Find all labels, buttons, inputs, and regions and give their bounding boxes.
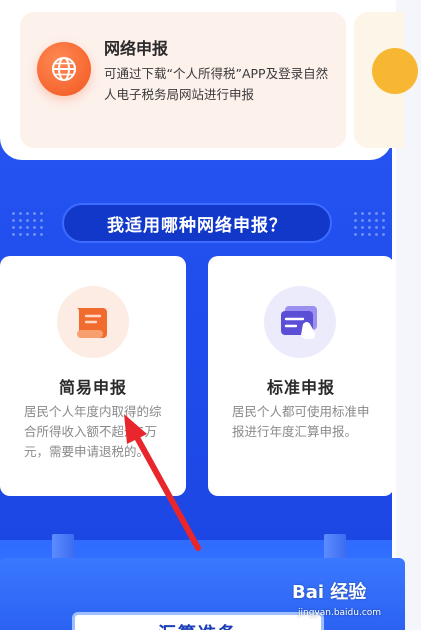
card-tap-icon bbox=[264, 286, 336, 358]
simple-filing-description: 居民个人年度内取得的综合所得收入额不超过6万元，需要申请退税的。 bbox=[24, 404, 162, 459]
standard-filing-description: 居民个人都可使用标准申报进行年度汇算申报。 bbox=[232, 404, 370, 439]
tax-prep-button[interactable]: 汇算准备 bbox=[72, 612, 324, 630]
decorative-dots-left bbox=[10, 210, 46, 236]
simple-filing-card[interactable]: 简易申报 居民个人年度内取得的综合所得收入额不超过6万元，需要申请退税的。 bbox=[0, 256, 186, 496]
standard-filing-title: 标准申报 bbox=[266, 378, 335, 397]
simple-filing-title: 简易申报 bbox=[58, 378, 127, 397]
decorative-dots-right bbox=[352, 210, 388, 236]
scroll-document-icon bbox=[57, 286, 129, 358]
document-icon bbox=[372, 48, 418, 94]
section-question-heading: 我适用哪种网络申报？ bbox=[62, 203, 332, 243]
globe-icon bbox=[37, 42, 91, 96]
baidu-watermark: Bai 经验 jingyan.baidu.com bbox=[292, 578, 412, 624]
standard-filing-card[interactable]: 标准申报 居民个人都可使用标准申报进行年度汇算申报。 bbox=[208, 256, 394, 496]
online-filing-description: 可通过下载“个人所得税”APP及登录自然人电子税务局网站进行申报 bbox=[104, 66, 329, 102]
online-filing-title: 网络申报 bbox=[104, 39, 169, 58]
watermark-url: jingyan.baidu.com bbox=[298, 608, 382, 618]
watermark-logo: Bai 经验 bbox=[292, 582, 367, 603]
